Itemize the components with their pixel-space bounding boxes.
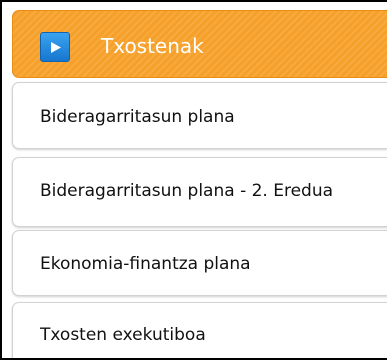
menu-item-label: Ekonomia-finantza plana — [40, 254, 251, 274]
menu-item-executive-report[interactable]: Txosten exekutiboa — [12, 302, 387, 358]
reports-header[interactable]: Txostenak — [12, 10, 387, 78]
reports-header-label: Txostenak — [101, 34, 204, 58]
menu-item-label: Bideragarritasun plana - 2. Eredua — [40, 181, 334, 201]
menu-item-feasibility-plan[interactable]: Bideragarritasun plana — [12, 82, 387, 149]
menu-item-feasibility-plan-model-2[interactable]: Bideragarritasun plana - 2. Eredua — [12, 157, 387, 227]
reports-menu-panel: Txostenak Bideragarritasun plana Biderag… — [0, 0, 387, 360]
play-arrow-icon — [40, 32, 70, 62]
menu-item-label: Bideragarritasun plana — [40, 107, 235, 127]
menu-item-label: Txosten exekutiboa — [40, 325, 206, 345]
menu-item-economic-financial-plan[interactable]: Ekonomia-finantza plana — [12, 230, 387, 296]
